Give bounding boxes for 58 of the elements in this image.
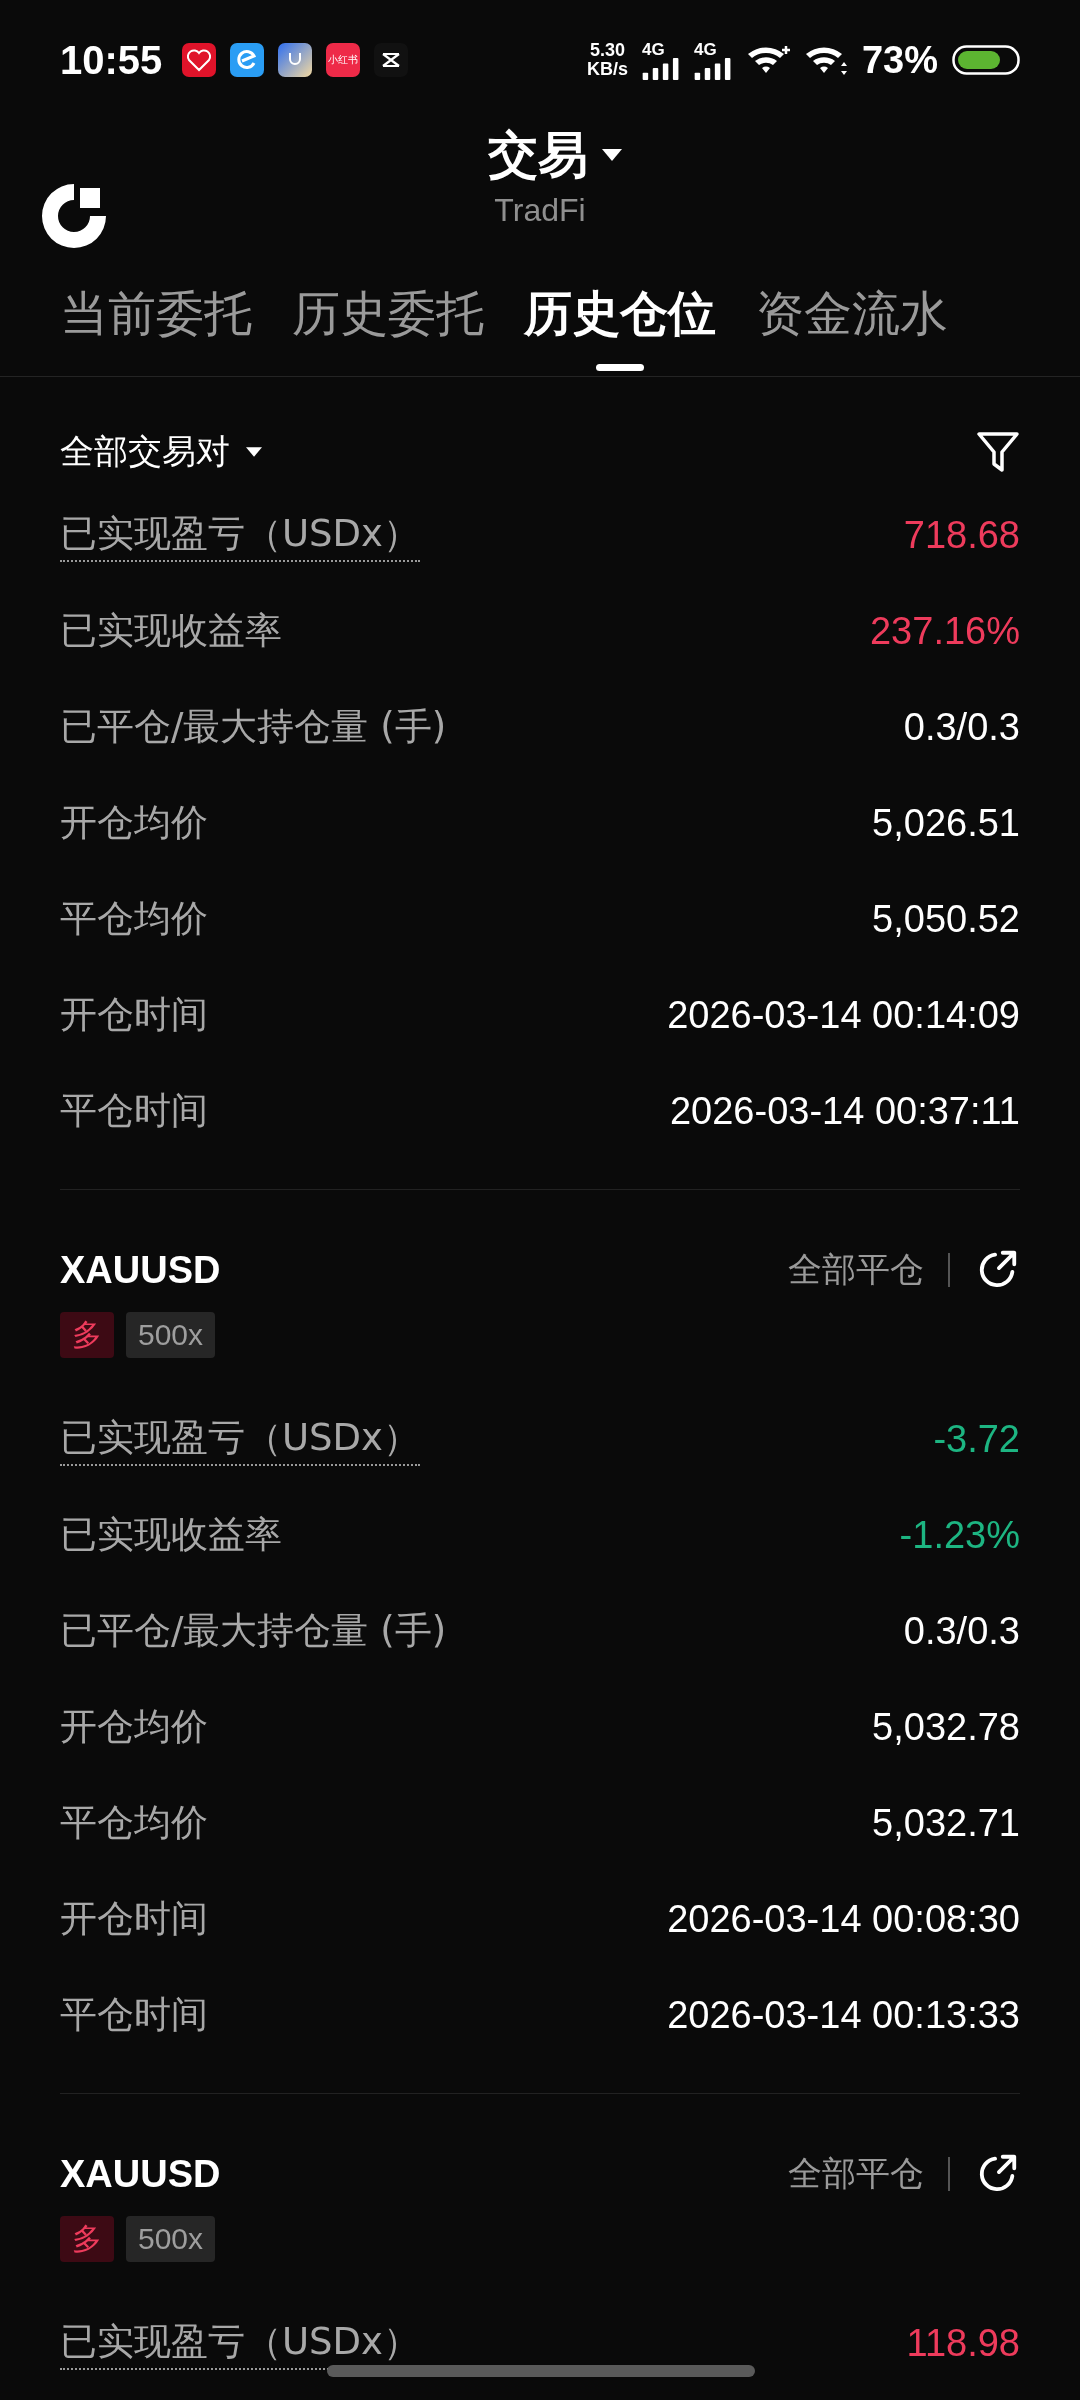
- field-value: -3.72: [933, 1417, 1020, 1461]
- field-value: 2026-03-14 00:14:09: [667, 993, 1020, 1037]
- field-value: 0.3/0.3: [903, 705, 1020, 749]
- tab[interactable]: 历史委托: [272, 280, 504, 377]
- symbol-name: XAUUSD: [60, 2152, 221, 2197]
- e-app-icon: [230, 43, 265, 77]
- tab[interactable]: 历史仓位: [504, 280, 736, 377]
- field-value: 5,050.52: [872, 897, 1020, 941]
- field-label: 已实现盈亏（USDx）: [60, 1412, 420, 1466]
- battery-percent: 73%: [861, 38, 938, 82]
- signal-icon: [693, 57, 732, 80]
- caret-icon: [602, 149, 622, 161]
- field-value: 2026-03-14 00:08:30: [667, 1897, 1020, 1941]
- market-subtitle: TradFi: [494, 191, 586, 230]
- side-tag: 多: [60, 1312, 114, 1358]
- close-all-button[interactable]: 全部平仓: [788, 1247, 924, 1293]
- symbol-name: XAUUSD: [60, 1248, 221, 1293]
- network-type: 4G: [693, 40, 717, 58]
- field-label: 开仓时间: [60, 992, 208, 1038]
- field-label: 平仓均价: [60, 896, 208, 942]
- field-value: 5,026.51: [872, 801, 1020, 845]
- field-value: 0.3/0.3: [903, 1609, 1020, 1653]
- status-time: 10:55: [60, 37, 163, 83]
- network-type: 4G: [641, 40, 665, 58]
- field-value: 237.16%: [870, 609, 1020, 653]
- field-label: 开仓均价: [60, 800, 208, 846]
- field-value: 2026-03-14 00:37:11: [669, 1089, 1020, 1133]
- field-label: 已平仓/最大持仓量 (手): [60, 1608, 447, 1654]
- market-dropdown[interactable]: 交易: [488, 120, 622, 190]
- field-label: 已平仓/最大持仓量 (手): [60, 704, 447, 750]
- field-label: 开仓时间: [60, 1896, 208, 1942]
- side-tag: 多: [60, 2216, 114, 2262]
- network-speed: 5.30 KB/s: [586, 41, 628, 79]
- tab[interactable]: 资金流水: [736, 280, 968, 377]
- field-label: 开仓均价: [60, 1704, 208, 1750]
- tab[interactable]: 当前委托: [40, 280, 272, 377]
- filter-icon[interactable]: [976, 430, 1020, 474]
- signal-icon: [641, 57, 680, 80]
- field-value: 718.68: [903, 513, 1020, 557]
- pair-filter[interactable]: 全部交易对: [60, 429, 262, 475]
- leverage-tag: 500x: [126, 1312, 216, 1358]
- leverage-tag: 500x: [126, 2216, 216, 2262]
- field-label: 已实现收益率: [60, 608, 282, 654]
- caret-icon: [246, 447, 262, 457]
- field-value: 5,032.71: [872, 1801, 1020, 1845]
- field-label: 平仓时间: [60, 1992, 208, 2038]
- field-label: 平仓时间: [60, 1088, 208, 1134]
- app-icon: 小红书: [326, 43, 361, 77]
- field-value: -1.23%: [899, 1513, 1020, 1557]
- field-value: 2026-03-14 00:13:33: [667, 1993, 1020, 2037]
- battery-icon: [952, 45, 1020, 75]
- field-label: 平仓均价: [60, 1800, 208, 1846]
- field-label: 已实现收益率: [60, 1512, 282, 1558]
- heart-app-icon: [182, 43, 217, 77]
- close-all-button[interactable]: 全部平仓: [788, 2151, 924, 2197]
- field-label: 已实现盈亏（USDx）: [60, 508, 420, 562]
- field-value: 118.98: [906, 2321, 1020, 2365]
- field-value: 5,032.78: [872, 1705, 1020, 1749]
